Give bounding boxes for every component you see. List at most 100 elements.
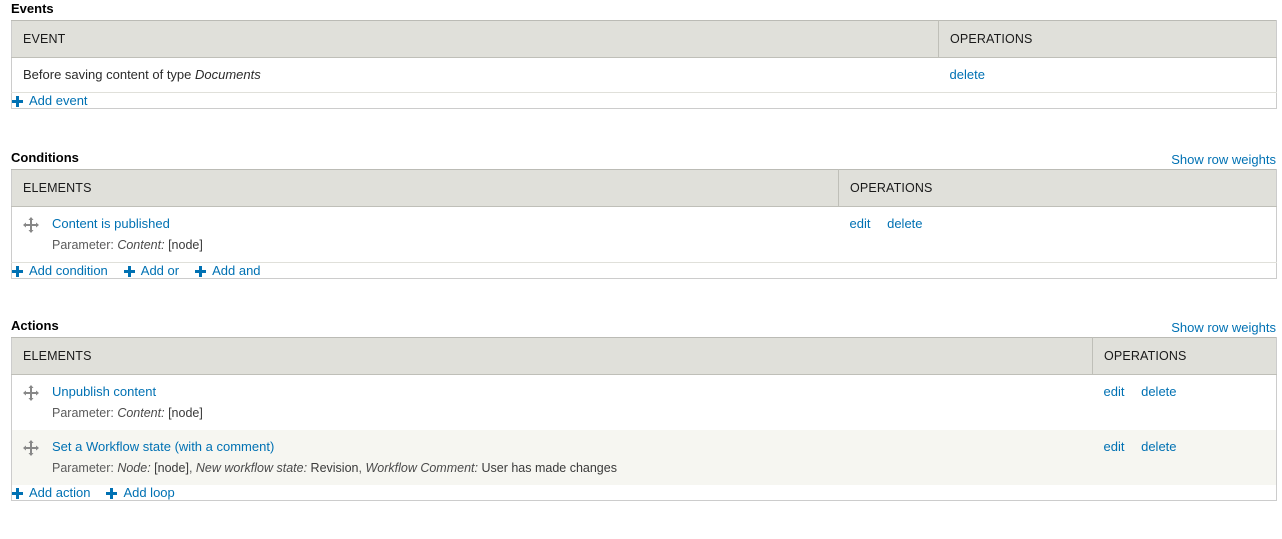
table-row: Unpublish content Parameter: Content: [n… bbox=[11, 374, 1277, 430]
add-action-label: Add action bbox=[29, 485, 91, 500]
action-name-link[interactable]: Unpublish content bbox=[52, 384, 156, 400]
parameter-value: [node] bbox=[168, 238, 203, 252]
parameter-key: Content: bbox=[117, 238, 165, 252]
events-table: EVENT OPERATIONS Before saving content o… bbox=[11, 20, 1277, 109]
condition-operations-cell: edit delete bbox=[838, 206, 1277, 263]
edit-condition-link[interactable]: edit bbox=[850, 216, 871, 231]
plus-icon bbox=[12, 95, 23, 107]
delete-action-link[interactable]: delete bbox=[1141, 384, 1176, 399]
parameter-label: Parameter: bbox=[52, 238, 114, 252]
plus-icon bbox=[12, 265, 23, 277]
page-title-actions: Actions bbox=[11, 318, 59, 333]
add-links-group: Add condition Add or Add and bbox=[12, 263, 1276, 278]
add-event-button[interactable]: Add event bbox=[12, 93, 88, 108]
conditions-table-header-row: ELEMENTS OPERATIONS bbox=[11, 169, 1277, 207]
table-row: Set a Workflow state (with a comment) Pa… bbox=[11, 430, 1277, 485]
parameter-value: [node] bbox=[168, 406, 203, 420]
parameter-key: Content: bbox=[117, 406, 165, 420]
add-condition-button[interactable]: Add condition bbox=[12, 263, 108, 278]
edit-action-link[interactable]: edit bbox=[1104, 439, 1125, 454]
operations-links: delete bbox=[950, 67, 1266, 83]
show-row-weights-conditions[interactable]: Show row weights bbox=[1171, 152, 1276, 167]
plus-icon bbox=[195, 265, 207, 277]
param-separator: , bbox=[358, 461, 362, 475]
delete-action-link[interactable]: delete bbox=[1141, 439, 1176, 454]
drag-handle-icon[interactable] bbox=[23, 217, 39, 233]
add-links-group: Add event bbox=[12, 93, 1276, 108]
column-header-operations: OPERATIONS bbox=[1092, 337, 1277, 375]
drag-handle-icon[interactable] bbox=[23, 440, 39, 456]
conditions-add-cell: Add condition Add or Add and bbox=[11, 262, 1277, 279]
parameter-key: Node: bbox=[117, 461, 151, 475]
add-and-label: Add and bbox=[212, 263, 261, 278]
action-element-line: Unpublish content bbox=[23, 384, 1082, 401]
conditions-section-header: Conditions Show row weights bbox=[11, 149, 1276, 169]
events-add-row: Add event bbox=[11, 92, 1277, 109]
action-name-link[interactable]: Set a Workflow state (with a comment) bbox=[52, 439, 274, 455]
action-operations-cell: edit delete bbox=[1092, 430, 1277, 485]
event-content-type: Documents bbox=[195, 67, 261, 82]
action-parameters: Parameter: Content: [node] bbox=[52, 406, 1082, 421]
parameter-key: New workflow state: bbox=[195, 461, 308, 475]
conditions-add-row: Add condition Add or Add and bbox=[11, 262, 1277, 279]
add-or-label: Add or bbox=[140, 263, 180, 278]
add-loop-button[interactable]: Add loop bbox=[106, 485, 175, 500]
event-description: Before saving content of type Documents bbox=[23, 67, 261, 82]
drag-handle-icon[interactable] bbox=[23, 385, 39, 401]
action-element-line: Set a Workflow state (with a comment) bbox=[23, 439, 1082, 456]
event-description-prefix: Before saving content of type bbox=[23, 67, 195, 82]
add-event-label: Add event bbox=[29, 93, 88, 108]
table-row: Before saving content of type Documents … bbox=[11, 57, 1277, 93]
actions-add-cell: Add action Add loop bbox=[11, 485, 1277, 501]
actions-table: ELEMENTS OPERATIONS Unpublish content Pa… bbox=[11, 337, 1277, 501]
condition-element-cell: Content is published Parameter: Content:… bbox=[11, 206, 839, 263]
column-header-event: EVENT bbox=[11, 20, 939, 58]
delete-event-link[interactable]: delete bbox=[950, 67, 985, 82]
event-description-cell: Before saving content of type Documents bbox=[11, 57, 939, 93]
column-header-elements: ELEMENTS bbox=[11, 169, 839, 207]
plus-icon bbox=[123, 265, 135, 277]
parameter-label: Parameter: bbox=[52, 461, 114, 475]
show-row-weights-actions[interactable]: Show row weights bbox=[1171, 320, 1276, 335]
parameter-value: [node] bbox=[154, 461, 189, 475]
condition-element-line: Content is published bbox=[23, 216, 828, 233]
rules-configuration-page: Events EVENT OPERATIONS Before saving co… bbox=[0, 0, 1282, 501]
action-operations-cell: edit delete bbox=[1092, 374, 1277, 430]
column-header-operations: OPERATIONS bbox=[838, 169, 1277, 207]
parameter-value: User has made changes bbox=[481, 461, 617, 475]
operations-links: edit delete bbox=[1104, 439, 1266, 455]
operations-links: edit delete bbox=[1104, 384, 1266, 400]
page-title-events: Events bbox=[11, 1, 54, 16]
plus-icon bbox=[106, 487, 118, 499]
events-table-header-row: EVENT OPERATIONS bbox=[11, 20, 1277, 58]
add-condition-label: Add condition bbox=[29, 263, 108, 278]
page-title-conditions: Conditions bbox=[11, 150, 79, 165]
event-operations-cell: delete bbox=[938, 57, 1277, 93]
parameter-key: Workflow Comment: bbox=[365, 461, 478, 475]
param-separator: , bbox=[188, 461, 193, 475]
actions-section-header: Actions Show row weights bbox=[11, 317, 1276, 337]
add-links-group: Add action Add loop bbox=[12, 485, 1276, 500]
plus-icon bbox=[12, 487, 23, 499]
add-action-button[interactable]: Add action bbox=[12, 485, 90, 500]
events-section-header: Events bbox=[11, 0, 1276, 20]
parameter-value: Revision bbox=[310, 461, 359, 475]
add-and-button[interactable]: Add and bbox=[195, 263, 261, 278]
parameter-label: Parameter: bbox=[52, 406, 114, 420]
action-element-cell: Set a Workflow state (with a comment) Pa… bbox=[11, 430, 1093, 485]
actions-add-row: Add action Add loop bbox=[11, 485, 1277, 501]
column-header-elements: ELEMENTS bbox=[11, 337, 1093, 375]
events-add-cell: Add event bbox=[11, 92, 1277, 109]
operations-links: edit delete bbox=[850, 216, 1266, 232]
action-element-cell: Unpublish content Parameter: Content: [n… bbox=[11, 374, 1093, 430]
condition-name-link[interactable]: Content is published bbox=[52, 216, 170, 232]
add-or-button[interactable]: Add or bbox=[123, 263, 180, 278]
add-loop-label: Add loop bbox=[123, 485, 175, 500]
actions-table-header-row: ELEMENTS OPERATIONS bbox=[11, 337, 1277, 375]
edit-action-link[interactable]: edit bbox=[1104, 384, 1125, 399]
action-parameters: Parameter: Node: [node], New workflow st… bbox=[52, 461, 1082, 476]
delete-condition-link[interactable]: delete bbox=[887, 216, 922, 231]
condition-parameters: Parameter: Content: [node] bbox=[52, 238, 828, 253]
